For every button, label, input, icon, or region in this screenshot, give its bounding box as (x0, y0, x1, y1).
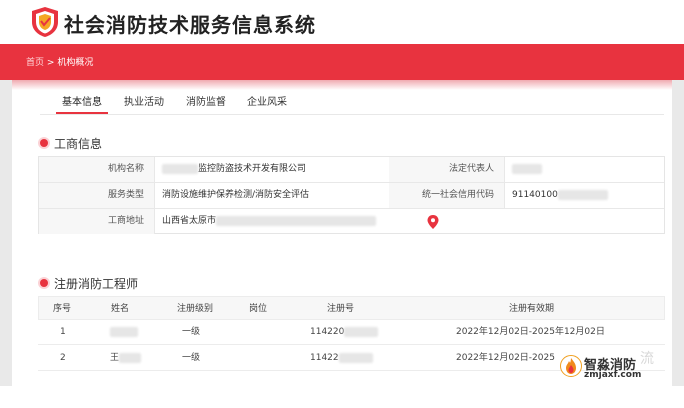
cell-no: 2 (60, 353, 66, 363)
tab-fire-supervision[interactable]: 消防监督 (186, 93, 226, 108)
breadcrumb: 首页 > 机构概况 (26, 55, 93, 68)
label-legal-rep: 法定代表人 (389, 157, 504, 182)
col-validity: 注册有效期 (509, 304, 555, 314)
breadcrumb-home-link[interactable]: 首页 (26, 58, 44, 68)
tab-divider (40, 114, 664, 115)
cell-level: 一级 (182, 353, 201, 363)
breadcrumb-separator: > (46, 58, 55, 68)
cell-name: 王 (110, 346, 142, 370)
label-business-address: 工商地址 (39, 209, 154, 234)
redacted-block (162, 163, 198, 174)
app-header: 社会消防技术服务信息系统 (0, 0, 684, 44)
engineers-table-header: 序号 姓名 注册级别 岗位 注册号 注册有效期 (38, 296, 665, 320)
label-org-name: 机构名称 (39, 157, 154, 182)
breadcrumb-current: 机构概况 (57, 58, 94, 68)
cell-reg-no: 11422 (310, 346, 373, 370)
info-row: 机构名称 监控防盗技术开发有限公司 法定代表人 (39, 157, 664, 183)
cell-level: 一级 (182, 327, 201, 337)
col-no: 序号 (53, 304, 72, 314)
redacted-block (512, 163, 542, 174)
value-service-type: 消防设施维护保养检测/消防安全评估 (162, 190, 310, 200)
col-reg-no: 注册号 (327, 304, 355, 314)
value-credit-code: 91140100 (504, 183, 664, 208)
label-credit-code: 统一社会信用代码 (389, 183, 504, 208)
redacted-block (557, 189, 608, 200)
col-name: 姓名 (111, 304, 130, 314)
cell-no: 1 (60, 327, 66, 337)
redacted-block (216, 215, 377, 226)
engineers-title: 注册消防工程师 (54, 277, 139, 291)
header-band (0, 44, 684, 80)
watermark-domain: zmjaxf.com (584, 370, 642, 380)
section-dot-icon (40, 279, 48, 287)
cell-reg-no: 114220 (310, 320, 379, 344)
cell-validity: 2022年12月02日-2025 (456, 353, 555, 363)
redacted-block (344, 326, 379, 337)
redacted-block (119, 352, 142, 363)
right-frame (672, 80, 684, 386)
flame-logo-icon (560, 355, 582, 377)
label-service-type: 服务类型 (39, 183, 154, 208)
tab-practice-activities[interactable]: 执业活动 (124, 93, 164, 108)
info-row: 工商地址 山西省太原市 (39, 209, 664, 235)
band-fade (0, 80, 684, 90)
shield-logo-icon (32, 7, 58, 37)
info-row: 服务类型 消防设施维护保养检测/消防安全评估 统一社会信用代码 91140100 (39, 183, 664, 209)
watermark-faded-text: 流 (640, 351, 654, 367)
redacted-block (338, 352, 373, 363)
section-dot-icon (40, 139, 48, 147)
app-title: 社会消防技术服务信息系统 (64, 13, 316, 37)
col-level: 注册级别 (177, 304, 214, 314)
cell-validity: 2022年12月02日-2025年12月02日 (456, 327, 605, 337)
value-org-name: 监控防盗技术开发有限公司 (154, 157, 389, 182)
col-post: 岗位 (249, 304, 268, 314)
business-info-table: 机构名称 监控防盗技术开发有限公司 法定代表人 服务类型 消防设施维护保养检测/… (38, 156, 665, 234)
tab-company-style[interactable]: 企业风采 (247, 93, 287, 108)
value-legal-rep (504, 157, 664, 182)
table-row: 1 一级 114220 2022年12月02日-2025年12月02日 (38, 320, 665, 345)
cell-name (110, 320, 138, 344)
business-info-title: 工商信息 (54, 137, 103, 151)
map-pin-icon[interactable] (427, 215, 439, 229)
left-frame (0, 80, 12, 386)
redacted-block (110, 326, 138, 337)
tab-basic-info[interactable]: 基本信息 (62, 93, 102, 108)
value-business-address: 山西省太原市 (154, 209, 664, 234)
